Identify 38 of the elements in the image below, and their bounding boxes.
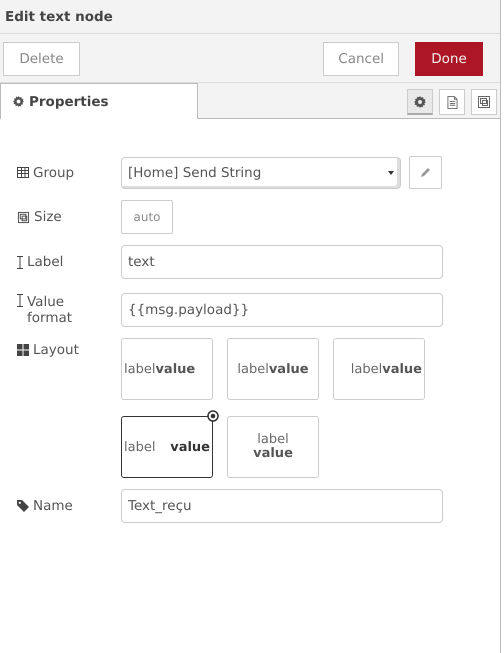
cancel-button[interactable]: Cancel [323, 42, 399, 76]
resize-icon [17, 210, 30, 224]
layout-option[interactable]: label value [121, 416, 213, 478]
document-tab[interactable] [439, 89, 465, 115]
label-label: Label [17, 254, 121, 270]
done-button[interactable]: Done [415, 42, 483, 76]
layout-option[interactable]: label value [227, 416, 319, 478]
resize-icon [477, 95, 491, 109]
size-tab[interactable] [471, 89, 497, 115]
gear-icon [13, 96, 24, 107]
group-select[interactable]: [Home] Send String [121, 156, 401, 188]
radio-icon [207, 410, 219, 422]
layout-label: Layout [17, 342, 121, 358]
name-label: Name [17, 498, 121, 514]
window-title: Edit text node [5, 8, 113, 24]
layout-option[interactable]: labelvalue [121, 338, 213, 400]
caret-icon [388, 170, 394, 174]
label-input[interactable]: text [121, 245, 443, 279]
layout-option[interactable]: labelvalue [333, 338, 425, 400]
tag-icon [17, 500, 29, 512]
table-icon [17, 167, 29, 178]
settings-tab[interactable] [407, 89, 433, 115]
grid-icon [17, 344, 29, 356]
properties-tab[interactable]: Properties [0, 83, 198, 119]
group-label: Group [17, 164, 121, 180]
text-cursor-icon [17, 294, 23, 307]
layout-option[interactable]: labelvalue [227, 338, 319, 400]
edit-button[interactable] [409, 156, 442, 189]
delete-button[interactable]: Delete [3, 42, 80, 76]
pencil-icon [420, 167, 431, 178]
gear-icon [414, 96, 426, 108]
name-input[interactable]: Text_reçu [121, 489, 443, 523]
size-label: Size [17, 209, 121, 225]
size-button[interactable]: auto [121, 200, 173, 234]
value-format-label: Value format [17, 294, 97, 326]
text-cursor-icon [17, 256, 23, 268]
document-icon [446, 96, 458, 108]
value-format-input[interactable]: {{msg.payload}} [121, 293, 443, 327]
